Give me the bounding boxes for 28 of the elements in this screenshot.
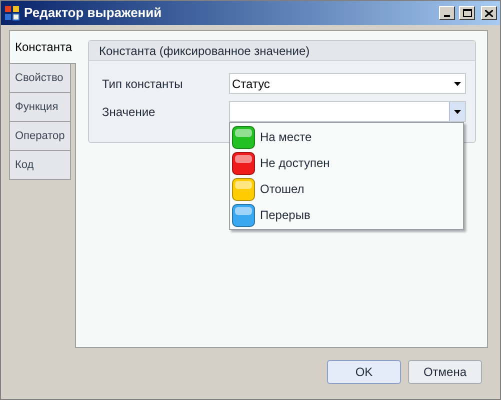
tab[interactable]: Константа — [9, 30, 76, 64]
dialog-button[interactable]: OK — [327, 360, 401, 384]
dropdown-item[interactable]: На месте — [232, 124, 463, 150]
maximize-button[interactable] — [459, 6, 475, 20]
close-icon — [485, 10, 493, 16]
dropdown-item[interactable]: Перерыв — [232, 202, 463, 228]
option-label: Отошел — [260, 181, 304, 198]
minimize-button[interactable] — [439, 6, 455, 20]
tab[interactable]: Свойство — [9, 63, 71, 93]
combo-value: Статус — [232, 76, 271, 92]
tab[interactable]: Оператор — [9, 121, 71, 151]
field-label: Значение — [102, 104, 156, 120]
dropdown-item[interactable]: Не доступен — [232, 150, 463, 176]
close-button[interactable] — [481, 6, 497, 20]
dialog-button[interactable]: Отмена — [408, 360, 482, 384]
field-label: Тип константы — [102, 76, 184, 92]
window-title: Редактор выражений — [24, 4, 163, 22]
combo-box[interactable]: Статус — [229, 73, 466, 94]
maximize-icon — [462, 9, 472, 17]
tab[interactable]: Код — [9, 150, 71, 180]
app-icon — [4, 5, 20, 21]
group-title: Константа (фиксированное значение) — [99, 42, 310, 60]
option-label: На месте — [260, 129, 312, 146]
option-label: Перерыв — [260, 207, 310, 224]
option-label: Не доступен — [260, 155, 330, 172]
minimize-icon — [444, 15, 450, 17]
tab[interactable]: Функция — [9, 92, 71, 122]
dropdown-item[interactable]: Отошел — [232, 176, 463, 202]
